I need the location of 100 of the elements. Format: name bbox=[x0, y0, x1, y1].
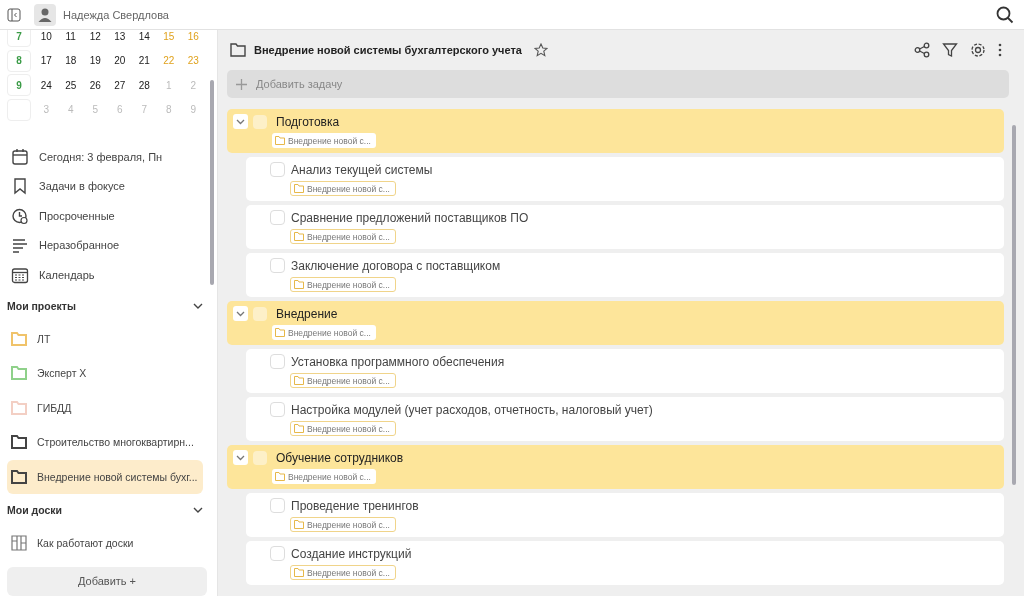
project-tag[interactable]: Внедрение новой с... bbox=[290, 565, 396, 580]
collapse-button[interactable] bbox=[233, 114, 248, 129]
checkbox[interactable] bbox=[270, 354, 285, 369]
calendar-day[interactable]: 26 bbox=[83, 79, 108, 91]
checkbox[interactable] bbox=[253, 450, 267, 465]
chevron-icon[interactable] bbox=[193, 302, 203, 309]
calendar-day[interactable]: 18 bbox=[58, 55, 83, 67]
calendar-day[interactable]: 19 bbox=[83, 55, 108, 67]
checkbox[interactable] bbox=[270, 546, 285, 561]
task-row[interactable]: Настройка модулей (учет расходов, отчетность, налоговый учет) Внедрение новой с... bbox=[246, 397, 1004, 441]
project-item[interactable]: ГИБДД bbox=[7, 390, 203, 425]
task-row[interactable]: Сравнение предложений поставщиков ПО Внедрение новой с... bbox=[246, 205, 1004, 249]
task-row[interactable]: Создание инструкций Внедрение новой с... bbox=[246, 541, 1004, 585]
filter-icon[interactable] bbox=[942, 42, 958, 58]
week-number: 7 bbox=[7, 30, 31, 48]
lines-icon bbox=[11, 236, 29, 255]
collapse-button[interactable] bbox=[233, 306, 248, 321]
search-icon[interactable] bbox=[996, 5, 1014, 24]
project-tag[interactable]: Внедрение новой с... bbox=[290, 421, 396, 436]
calendar-day[interactable]: 17 bbox=[34, 55, 59, 67]
collapse-button[interactable] bbox=[233, 450, 248, 465]
calendar-day[interactable]: 14 bbox=[132, 30, 157, 42]
user-name: Надежда Свердлова bbox=[63, 8, 169, 21]
task-title: Сравнение предложений поставщиков ПО bbox=[291, 210, 529, 225]
project-tag[interactable]: Внедрение новой с... bbox=[290, 517, 396, 532]
task-title: Установка программного обеспечения bbox=[291, 354, 505, 369]
task-title: Создание инструкций bbox=[291, 546, 412, 561]
board-item[interactable]: Как работают доски bbox=[7, 526, 203, 561]
calendar-day[interactable]: 20 bbox=[107, 55, 132, 67]
sidebar-toggle-icon[interactable] bbox=[7, 7, 21, 22]
project-item[interactable]: Эксперт X bbox=[7, 356, 203, 391]
calendar-day[interactable]: 27 bbox=[107, 79, 132, 91]
folder-icon bbox=[294, 280, 304, 289]
group-title: Подготовка bbox=[276, 114, 340, 129]
star-icon[interactable] bbox=[533, 43, 548, 57]
task-row[interactable]: Анализ текущей системы Внедрение новой с... bbox=[246, 157, 1004, 201]
project-tag[interactable]: Внедрение новой с... bbox=[290, 181, 396, 196]
add-task-field[interactable]: Добавить задачу bbox=[227, 70, 1009, 98]
calendar-grid-icon bbox=[11, 265, 29, 284]
project-item[interactable]: ЛТ bbox=[7, 321, 203, 356]
clock-icon bbox=[11, 206, 29, 225]
week-number: 8 bbox=[7, 49, 31, 72]
task-title: Настройка модулей (учет расходов, отчетность, налоговый учет) bbox=[291, 402, 653, 417]
checkbox[interactable] bbox=[270, 498, 285, 513]
calendar-day[interactable]: 10 bbox=[34, 30, 59, 42]
checkbox[interactable] bbox=[253, 114, 267, 129]
board-icon bbox=[11, 535, 27, 552]
project-item[interactable]: Внедрение новой системы бухг... bbox=[7, 459, 203, 494]
more-icon[interactable] bbox=[998, 43, 1002, 57]
checkbox[interactable] bbox=[270, 258, 285, 273]
checkbox[interactable] bbox=[270, 210, 285, 225]
task-title: Проведение тренингов bbox=[291, 498, 419, 513]
avatar-icon[interactable] bbox=[34, 3, 56, 26]
folder-icon bbox=[294, 568, 304, 577]
group-title: Обучение сотрудников bbox=[276, 450, 404, 465]
calendar-day[interactable]: 21 bbox=[132, 55, 157, 67]
calendar-day[interactable]: 28 bbox=[132, 79, 157, 91]
project-title: Внедрение новой системы бухгалтерского учета bbox=[254, 44, 522, 56]
week-number: 9 bbox=[7, 74, 31, 97]
folder-icon bbox=[294, 184, 304, 193]
project-tag[interactable]: Внедрение новой с... bbox=[290, 229, 396, 244]
project-tag[interactable]: Внедрение новой с... bbox=[272, 133, 376, 148]
calendar-day[interactable]: 12 bbox=[83, 30, 108, 42]
checkbox[interactable] bbox=[270, 402, 285, 417]
bookmark-icon bbox=[11, 177, 29, 196]
task-row[interactable]: Установка программного обеспечения Внедрение новой с... bbox=[246, 349, 1004, 393]
project-tag[interactable]: Внедрение новой с... bbox=[272, 469, 376, 484]
share-icon[interactable] bbox=[914, 42, 930, 58]
nav-item[interactable]: Сегодня: 3 февраля, Пн bbox=[7, 142, 207, 172]
task-row[interactable]: Проведение тренингов Внедрение новой с... bbox=[246, 493, 1004, 537]
nav-item[interactable]: Просроченные bbox=[7, 201, 207, 231]
chevron-icon bbox=[236, 454, 245, 461]
calendar-day[interactable]: 24 bbox=[34, 79, 59, 91]
task-row[interactable]: Заключение договора с поставщиком Внедрение новой с... bbox=[246, 253, 1004, 297]
project-tag[interactable]: Внедрение новой с... bbox=[272, 325, 376, 340]
checkbox[interactable] bbox=[253, 306, 267, 321]
calendar-day[interactable]: 25 bbox=[58, 79, 83, 91]
add-button[interactable]: Добавить + bbox=[7, 566, 207, 596]
nav-item[interactable]: Календарь bbox=[7, 260, 207, 290]
chevron-icon[interactable] bbox=[193, 507, 203, 513]
folder-icon bbox=[275, 328, 285, 337]
calendar-day[interactable]: 13 bbox=[107, 30, 132, 42]
project-item[interactable]: Строительство многоквартирн... bbox=[7, 425, 203, 460]
project-tag[interactable]: Внедрение новой с... bbox=[290, 277, 396, 292]
nav-item[interactable]: Неразобранное bbox=[7, 230, 207, 260]
chevron-icon bbox=[236, 310, 245, 317]
folder-icon bbox=[230, 43, 246, 57]
scrollbar[interactable] bbox=[1012, 125, 1016, 485]
section-title: Мои проекты bbox=[7, 299, 76, 312]
nav-item[interactable]: Задачи в фокусе bbox=[7, 171, 207, 201]
folder-icon bbox=[275, 472, 285, 481]
project-tag[interactable]: Внедрение новой с... bbox=[290, 373, 396, 388]
scrollbar[interactable] bbox=[210, 80, 214, 285]
calendar-icon bbox=[11, 147, 29, 166]
folder-icon bbox=[275, 136, 285, 145]
checkbox[interactable] bbox=[270, 162, 285, 177]
section-title: Мои доски bbox=[7, 504, 63, 516]
settings-icon[interactable] bbox=[970, 42, 986, 58]
folder-icon bbox=[294, 424, 304, 433]
calendar-day[interactable]: 11 bbox=[58, 30, 83, 42]
